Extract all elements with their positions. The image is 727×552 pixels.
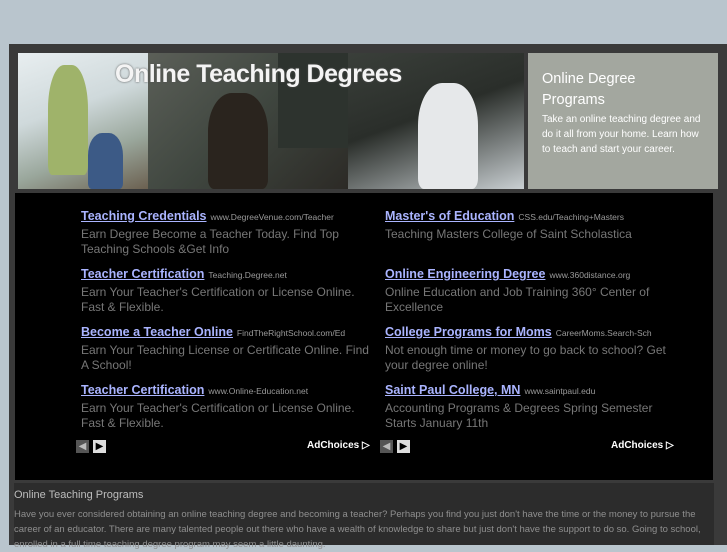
ad-column-right: Master's of Education CSS.edu/Teaching+Ma… [385, 207, 675, 439]
ad-description: Not enough time or money to go back to s… [385, 343, 666, 372]
man-figure [418, 83, 478, 189]
prev-ads-button[interactable]: ◀ [380, 440, 393, 453]
article-section: Online Teaching Programs Have you ever c… [14, 483, 714, 550]
ad-column-left: Teaching Credentials www.DegreeVenue.com/… [81, 207, 371, 439]
next-ads-button[interactable]: ▶ [397, 440, 410, 453]
adchoices-link[interactable]: AdChoices ▷ [307, 440, 370, 451]
ad-description: Earn Your Teacher's Certification or Lic… [81, 401, 355, 430]
ad-item: College Programs for Moms CareerMoms.Sear… [385, 323, 675, 381]
prev-ads-button[interactable]: ◀ [76, 440, 89, 453]
ad-link[interactable]: Teaching Credentials [81, 209, 207, 223]
ad-item: Teacher Certification Teaching.Degree.net… [81, 265, 371, 323]
ad-description: Online Education and Job Training 360° C… [385, 285, 650, 314]
ad-item: Saint Paul College, MN www.saintpaul.edu A… [385, 381, 675, 439]
ad-link[interactable]: Saint Paul College, MN [385, 383, 520, 397]
article-text: Have you ever considered obtaining an on… [14, 509, 701, 550]
ad-url[interactable]: www.Online-Education.net [208, 386, 308, 396]
ad-link[interactable]: Teacher Certification [81, 267, 204, 281]
intro-box: Online Degree Programs Take an online te… [528, 53, 718, 189]
ad-item: Online Engineering Degree www.360distance… [385, 265, 675, 323]
ad-link[interactable]: Master's of Education [385, 209, 514, 223]
woman-figure [208, 93, 268, 189]
ad-url[interactable]: www.360distance.org [549, 270, 630, 280]
ad-item: Master's of Education CSS.edu/Teaching+Ma… [385, 207, 675, 265]
ad-description: Teaching Masters College of Saint Schola… [385, 227, 632, 241]
ad-link[interactable]: Teacher Certification [81, 383, 204, 397]
ad-description: Earn Your Teaching License or Certificat… [81, 343, 369, 372]
ad-link[interactable]: Become a Teacher Online [81, 325, 233, 339]
ad-url[interactable]: FindTheRightSchool.com/Ed [237, 328, 345, 338]
student-figure [88, 133, 123, 189]
teacher-figure [48, 65, 88, 175]
ad-item: Teacher Certification www.Online-Educatio… [81, 381, 371, 439]
ad-item: Teaching Credentials www.DegreeVenue.com/… [81, 207, 371, 265]
article-heading: Online Teaching Programs [14, 489, 144, 501]
ad-url[interactable]: Teaching.Degree.net [208, 270, 286, 280]
ad-link[interactable]: Online Engineering Degree [385, 267, 545, 281]
site-title: Online Teaching Degrees [115, 60, 402, 88]
ad-url[interactable]: CareerMoms.Search-Sch [556, 328, 652, 338]
ad-description: Accounting Programs & Degrees Spring Sem… [385, 401, 653, 430]
ad-description: Earn Your Teacher's Certification or Lic… [81, 285, 355, 314]
ad-url[interactable]: CSS.edu/Teaching+Masters [518, 212, 624, 222]
ad-link[interactable]: College Programs for Moms [385, 325, 552, 339]
ad-item: Become a Teacher Online FindTheRightSchoo… [81, 323, 371, 381]
adchoices-link[interactable]: AdChoices ▷ [611, 440, 674, 451]
ad-description: Earn Degree Become a Teacher Today. Find… [81, 227, 339, 256]
ad-url[interactable]: www.saintpaul.edu [524, 386, 595, 396]
ad-url[interactable]: www.DegreeVenue.com/Teacher [211, 212, 334, 222]
intro-text: Take an online teaching degree and do it… [542, 114, 701, 155]
next-ads-button[interactable]: ▶ [93, 440, 106, 453]
intro-title: Online Degree Programs [542, 71, 636, 108]
